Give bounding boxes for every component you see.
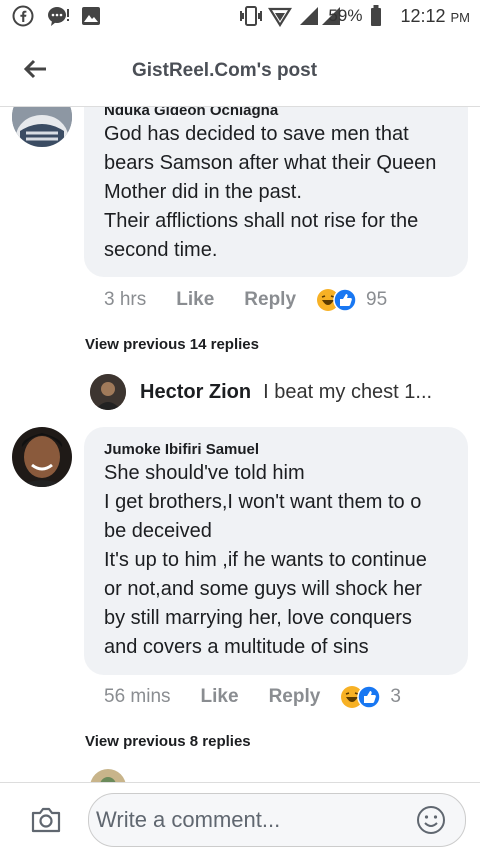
battery-icon (370, 5, 382, 27)
comment-time: 56 mins (104, 686, 171, 707)
signal-icon (298, 5, 341, 27)
reply-button[interactable]: Reply (244, 289, 296, 311)
reply-author[interactable]: Hector Zion (140, 381, 251, 404)
comments-list[interactable]: Nduka Gideon Ochiagha God has decided to… (0, 107, 480, 782)
comment-text: God has decided to save men that bears S… (104, 123, 437, 261)
comment-input-placeholder[interactable]: Write a comment... (96, 807, 280, 833)
app-bar: GistReel.Com's post (0, 36, 480, 107)
comment-text: She should've told him I get brothers,I … (104, 462, 427, 658)
camera-icon[interactable] (30, 807, 62, 833)
reactions[interactable] (316, 287, 358, 313)
reactions[interactable] (340, 684, 382, 710)
like-button[interactable]: Like (201, 686, 239, 708)
page-title: GistReel.Com's post (132, 60, 318, 81)
reply-snippet: I beat my chest 1... (263, 380, 433, 403)
comment-composer: Write a comment... (0, 782, 480, 855)
reply-button[interactable]: Reply (269, 686, 321, 708)
battery-percent: 59% (328, 6, 363, 25)
comment-author[interactable]: Nduka Gideon Ochiagha (104, 107, 278, 119)
comment-actions: 3 hrs Like Reply 95 (104, 287, 387, 313)
reply-preview[interactable]: Hector Zion I beat my chest 1... (90, 374, 432, 410)
facebook-icon (12, 5, 34, 27)
like-button[interactable]: Like (176, 289, 214, 311)
avatar[interactable] (90, 374, 126, 410)
messenger-icon (46, 5, 69, 27)
back-arrow-icon[interactable] (22, 58, 50, 82)
reaction-count: 3 (390, 686, 401, 707)
gallery-icon (80, 5, 102, 27)
data-icon (268, 5, 293, 28)
view-previous-replies[interactable]: View previous 14 replies (85, 336, 259, 353)
reaction-count: 95 (366, 289, 388, 310)
comment-time: 3 hrs (104, 289, 147, 310)
emoji-icon[interactable] (416, 805, 446, 835)
comment-actions: 56 mins Like Reply 3 (104, 684, 401, 710)
view-previous-replies[interactable]: View previous 8 replies (85, 733, 251, 750)
avatar[interactable] (90, 769, 126, 782)
status-bar: 59% 12:12 PM (0, 0, 480, 36)
clock: 12:12 PM (400, 5, 470, 26)
avatar[interactable] (12, 107, 72, 147)
vibrate-icon (238, 5, 263, 27)
like-reaction-icon (357, 685, 382, 709)
like-reaction-icon (333, 288, 357, 312)
avatar[interactable] (12, 427, 72, 487)
comment-author[interactable]: Jumoke Ibifiri Samuel (104, 441, 259, 458)
